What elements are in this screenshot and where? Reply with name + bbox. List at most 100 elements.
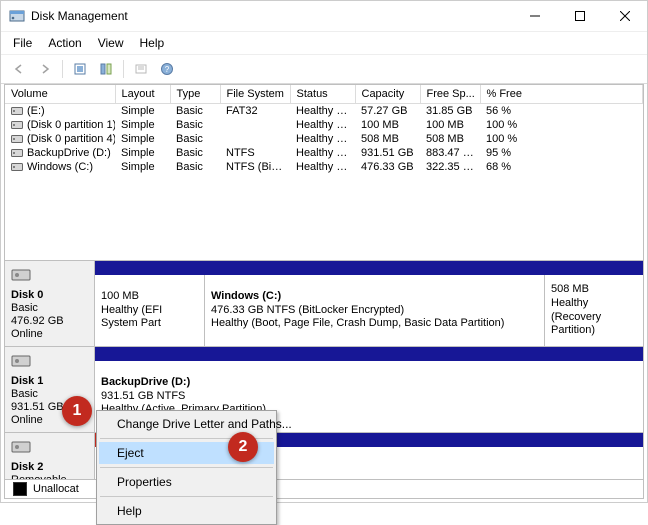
maximize-button[interactable]	[557, 1, 602, 31]
cell-type: Basic	[170, 104, 220, 119]
partition-line1: 508 MB	[551, 283, 637, 297]
cell-fs: NTFS	[220, 146, 290, 160]
cell-status: Healthy (P...	[290, 104, 355, 119]
disk-size: 476.92 GB	[11, 315, 88, 327]
cell-status: Healthy (B...	[290, 160, 355, 174]
volume-icon	[11, 162, 23, 172]
cell-status: Healthy (R...	[290, 132, 355, 146]
volume-icon	[11, 120, 23, 130]
context-menu-separator	[100, 496, 273, 497]
table-row[interactable]: BackupDrive (D:)SimpleBasicNTFSHealthy (…	[5, 146, 643, 160]
titlebar: Disk Management	[1, 1, 647, 32]
close-button[interactable]	[602, 1, 647, 31]
cell-free: 100 MB	[420, 118, 480, 132]
forward-button[interactable]	[33, 57, 57, 81]
cell-layout: Simple	[115, 118, 170, 132]
col-freespace[interactable]: Free Sp...	[420, 85, 480, 104]
table-header-row: Volume Layout Type File System Status Ca…	[5, 85, 643, 104]
cell-capacity: 476.33 GB	[355, 160, 420, 174]
disk-state: Online	[11, 328, 88, 340]
partition[interactable]: 100 MBHealthy (EFI System Part	[95, 275, 205, 346]
cell-pct: 56 %	[480, 104, 643, 119]
disk-row: Disk 0Basic476.92 GBOnline100 MBHealthy …	[5, 261, 643, 347]
cell-pct: 100 %	[480, 118, 643, 132]
minimize-button[interactable]	[512, 1, 557, 31]
partition[interactable]: Windows (C:)476.33 GB NTFS (BitLocker En…	[205, 275, 545, 346]
volume-name: Windows (C:)	[27, 161, 93, 173]
table-row[interactable]: (Disk 0 partition 4)SimpleBasic Healthy (…	[5, 132, 643, 146]
cell-capacity: 100 MB	[355, 118, 420, 132]
col-volume[interactable]: Volume	[5, 85, 115, 104]
legend-label-unallocated: Unallocat	[33, 483, 79, 495]
cell-capacity: 508 MB	[355, 132, 420, 146]
volume-name: BackupDrive (D:)	[27, 147, 111, 159]
partition-title: Windows (C:)	[211, 290, 538, 304]
menu-file[interactable]: File	[5, 32, 40, 54]
disk-icon	[11, 439, 88, 458]
cell-free: 883.47 GB	[420, 146, 480, 160]
disk-stripe	[95, 347, 643, 361]
volumes-pane: Volume Layout Type File System Status Ca…	[5, 85, 643, 261]
disk-header[interactable]: Disk 0Basic476.92 GBOnline	[5, 261, 95, 346]
stripe-segment	[95, 347, 643, 361]
col-filesystem[interactable]: File System	[220, 85, 290, 104]
menu-view[interactable]: View	[90, 32, 132, 54]
col-pctfree[interactable]: % Free	[480, 85, 643, 104]
context-menu-change-drive-letter[interactable]: Change Drive Letter and Paths...	[99, 413, 274, 435]
cell-free: 508 MB	[420, 132, 480, 146]
window-title: Disk Management	[31, 9, 128, 23]
toolbar-separator	[123, 60, 124, 78]
menu-help[interactable]: Help	[132, 32, 173, 54]
table-row[interactable]: Windows (C:)SimpleBasicNTFS (BitLo...Hea…	[5, 160, 643, 174]
volume-name: (Disk 0 partition 4)	[27, 133, 115, 145]
cell-capacity: 931.51 GB	[355, 146, 420, 160]
svg-text:?: ?	[165, 65, 170, 74]
annotation-badge-2: 2	[228, 432, 258, 462]
partition-line1: 931.51 GB NTFS	[101, 390, 637, 404]
col-type[interactable]: Type	[170, 85, 220, 104]
table-row[interactable]: (Disk 0 partition 1)SimpleBasicHealthy (…	[5, 118, 643, 132]
cell-pct: 68 %	[480, 160, 643, 174]
partition[interactable]: 508 MBHealthy (Recovery Partition)	[545, 275, 643, 346]
disk-partitions: 100 MBHealthy (EFI System PartWindows (C…	[95, 275, 643, 346]
disk-name: Disk 1	[11, 375, 88, 387]
context-menu-help[interactable]: Help	[99, 500, 274, 522]
disk-kind: Basic	[11, 302, 88, 314]
menu-action[interactable]: Action	[40, 32, 89, 54]
col-capacity[interactable]: Capacity	[355, 85, 420, 104]
cell-layout: Simple	[115, 132, 170, 146]
partition-line2: Healthy (EFI System Part	[101, 304, 198, 332]
partition-line1: 100 MB	[101, 290, 198, 304]
cell-free: 31.85 GB	[420, 104, 480, 119]
toolbar: ?	[1, 55, 647, 84]
disk-layout: 100 MBHealthy (EFI System PartWindows (C…	[95, 261, 643, 346]
disk-name: Disk 2	[11, 461, 88, 473]
volume-icon	[11, 134, 23, 144]
views-button[interactable]	[94, 57, 118, 81]
cell-layout: Simple	[115, 146, 170, 160]
context-menu[interactable]: Change Drive Letter and Paths... Eject P…	[96, 410, 277, 525]
context-menu-properties[interactable]: Properties	[99, 471, 274, 493]
cell-status: Healthy (E...	[290, 118, 355, 132]
volumes-table[interactable]: Volume Layout Type File System Status Ca…	[5, 85, 643, 174]
cell-type: Basic	[170, 118, 220, 132]
cell-capacity: 57.27 GB	[355, 104, 420, 119]
cell-type: Basic	[170, 132, 220, 146]
cell-fs: FAT32	[220, 104, 290, 119]
refresh-button[interactable]	[68, 57, 92, 81]
back-button[interactable]	[7, 57, 31, 81]
volume-icon	[11, 106, 23, 116]
table-row[interactable]: (E:)SimpleBasicFAT32Healthy (P...57.27 G…	[5, 104, 643, 119]
disk-kind: Removable	[11, 474, 88, 479]
volume-name: (E:)	[27, 105, 45, 117]
window-controls	[512, 1, 647, 31]
help-button[interactable]: ?	[155, 57, 179, 81]
app-icon	[9, 8, 25, 24]
settings-button[interactable]	[129, 57, 153, 81]
annotation-badge-1: 1	[62, 396, 92, 426]
col-status[interactable]: Status	[290, 85, 355, 104]
partition-line2: Healthy (Boot, Page File, Crash Dump, Ba…	[211, 317, 538, 331]
disk-header[interactable]: Disk 2Removable57.28 GBOnline	[5, 433, 95, 479]
col-layout[interactable]: Layout	[115, 85, 170, 104]
disk-icon	[11, 353, 88, 372]
